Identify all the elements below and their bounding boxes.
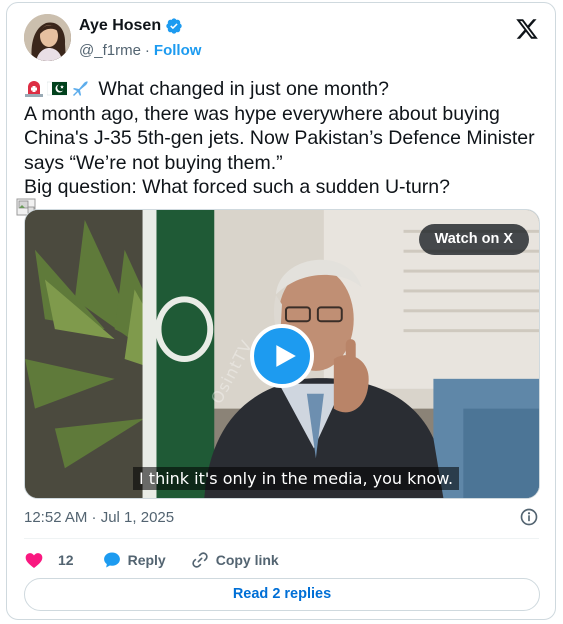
tweet-text: What changed in just one month? A month … (24, 77, 549, 200)
play-button[interactable] (250, 324, 314, 388)
tweet-card: Aye Hosen @_f1rme · Follow What changed … (6, 2, 556, 620)
like-count: 12 (58, 552, 74, 568)
reply-label: Reply (127, 552, 166, 568)
tweet-line-2: A month ago, there was hype everywhere a… (24, 102, 500, 125)
tweet-line-5: Big question: What forced such a sudden … (24, 176, 450, 198)
play-icon (275, 345, 296, 367)
verified-badge-icon (166, 18, 182, 34)
link-icon (192, 552, 208, 568)
author-name-row: Aye Hosen (79, 17, 183, 35)
video-caption: I think it's only in the media, you know… (133, 467, 460, 490)
copy-link-label: Copy link (215, 552, 279, 568)
airplane-icon (73, 81, 88, 96)
heart-icon (25, 553, 43, 568)
x-logo-icon[interactable] (515, 17, 539, 41)
tweet-timestamp[interactable]: 12:52 AM · Jul 1, 2025 (24, 509, 174, 526)
tweet-line-3: China's J-35 5th-gen jets. Now Pakistan’… (24, 127, 535, 149)
author-name[interactable]: Aye Hosen (79, 17, 161, 35)
divider (24, 538, 539, 539)
watch-on-x-button[interactable]: Watch on X (418, 224, 529, 255)
author-handle-row: @_f1rme · Follow (79, 42, 201, 59)
follow-link[interactable]: Follow (154, 42, 202, 59)
info-icon[interactable] (519, 507, 539, 527)
copy-link-button[interactable]: Copy link (190, 550, 279, 570)
tweet-line-4: says “We’re not buying them.” (24, 151, 283, 174)
like-button[interactable]: 12 (24, 550, 74, 570)
author-handle[interactable]: @_f1rme (79, 42, 141, 59)
pakistan-flag-icon (47, 81, 67, 96)
separator-dot: · (144, 42, 150, 59)
action-bar: 12 Reply Copy link (24, 547, 279, 573)
avatar[interactable] (24, 14, 71, 61)
tweet-line-1: What changed in just one month? (24, 77, 549, 102)
video-player[interactable]: Watch on X OsintTV I think it's only in … (24, 209, 540, 499)
reply-button[interactable]: Reply (102, 550, 166, 570)
tweet-line-text: What changed in just one month? (98, 78, 389, 100)
reply-bubble-icon (103, 552, 120, 568)
police-light-icon (25, 81, 43, 97)
read-replies-button[interactable]: Read 2 replies (24, 578, 540, 611)
